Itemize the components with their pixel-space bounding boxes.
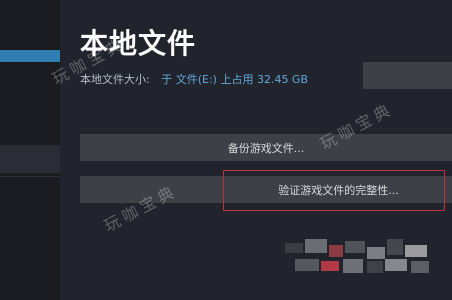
local-files-size-row: 本地文件大小: 于 文件(E:) 上占用 32.45 GB (80, 71, 308, 87)
local-files-size-value: 于 文件(E:) 上占用 32.45 GB (161, 73, 309, 86)
local-files-size-label: 本地文件大小: (80, 73, 150, 86)
pixelated-mosaic (285, 237, 435, 277)
backup-game-files-button[interactable]: 备份游戏文件... (80, 134, 452, 161)
highlight-annotation-box (223, 170, 445, 211)
sidebar-divider (0, 176, 60, 177)
browse-files-button[interactable] (363, 62, 452, 89)
sidebar-item[interactable] (0, 145, 60, 173)
sidebar-selected-item[interactable] (0, 50, 60, 62)
sidebar (0, 0, 60, 300)
